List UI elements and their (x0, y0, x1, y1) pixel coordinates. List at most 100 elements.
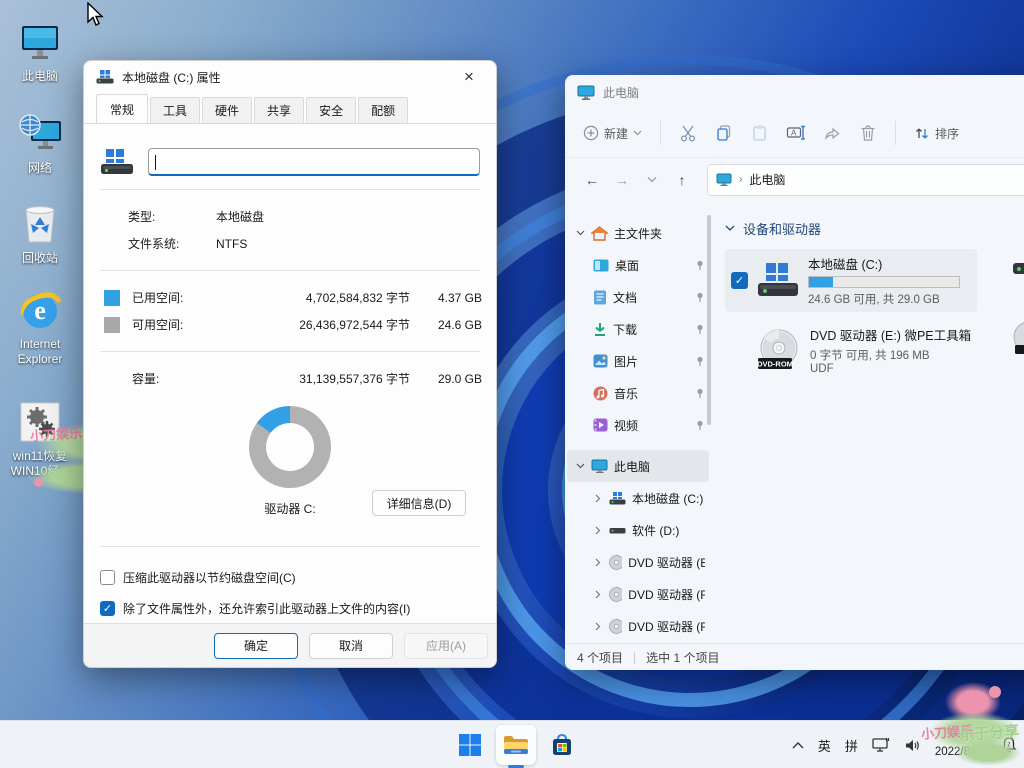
delete-button[interactable] (851, 116, 885, 150)
general-tab-page: 类型: 本地磁盘 文件系统: NTFS 已用空间: 4,702,584,832 … (84, 123, 496, 623)
desktop-icon-internet-explorer[interactable]: e Internet Explorer (2, 286, 78, 367)
forward-button[interactable]: → (609, 167, 635, 193)
close-icon[interactable]: × (454, 64, 484, 90)
sidebar-item-music[interactable]: 音乐 (567, 377, 709, 409)
start-button[interactable] (450, 725, 490, 765)
free-space-swatch (104, 317, 120, 333)
content-pane: 设备和驱动器 ✓ 本地磁盘 (C:) 24.6 GB 可用, 共 29.0 GB… (711, 201, 1024, 643)
chevron-down-icon (725, 225, 735, 232)
sidebar-item-pictures[interactable]: 图片 (567, 345, 709, 377)
chevron-right-icon[interactable] (593, 590, 603, 599)
sidebar-item-desktop[interactable]: 桌面 (567, 249, 709, 281)
tab-security[interactable]: 安全 (306, 97, 356, 123)
dialog-footer: 确定 取消 应用(A) (84, 623, 496, 667)
sidebar-item-dvd-f2[interactable]: DVD 驱动器 (F:) (567, 610, 709, 642)
taskbar-microsoft-store[interactable] (542, 725, 582, 765)
type-value: 本地磁盘 (216, 208, 264, 225)
tab-sharing[interactable]: 共享 (254, 97, 304, 123)
microsoft-store-icon (550, 733, 574, 757)
desktop-icon-network[interactable]: 网络 (2, 110, 78, 176)
dvd-rom-badge: DVD-ROM (757, 360, 793, 369)
hidden-icons-chevron-icon[interactable] (792, 741, 804, 749)
back-button[interactable]: ← (579, 167, 605, 193)
rename-button[interactable]: A (779, 116, 813, 150)
this-pc-icon (577, 85, 595, 100)
index-checkbox-label: 除了文件属性外，还允许索引此驱动器上文件的内容(I) (123, 600, 410, 617)
clock-time: 14:55 (935, 730, 986, 745)
tab-hardware[interactable]: 硬件 (202, 97, 252, 123)
capacity-label: 容量: (132, 370, 218, 387)
cut-button[interactable] (671, 116, 705, 150)
ime-pinyin-indicator[interactable]: 拼 (845, 736, 858, 755)
chevron-down-icon[interactable] (575, 230, 585, 236)
dialog-titlebar[interactable]: 本地磁盘 (C:) 属性 × (84, 61, 496, 93)
chevron-down-icon (633, 130, 642, 136)
apply-button[interactable]: 应用(A) (404, 633, 488, 659)
windows-drive-icon (756, 261, 800, 301)
sidebar-item-documents[interactable]: 文档 (567, 281, 709, 313)
index-checkbox[interactable]: ✓ (100, 601, 115, 616)
sidebar-item-label: 图片 (614, 353, 638, 370)
chevron-right-icon[interactable] (593, 558, 603, 567)
tab-quota[interactable]: 配额 (358, 97, 408, 123)
compress-checkbox[interactable] (100, 570, 115, 585)
desktop-icon-win11-restore[interactable]: win11恢复 WIN10经... (2, 398, 78, 479)
drive-item-c[interactable]: ✓ 本地磁盘 (C:) 24.6 GB 可用, 共 29.0 GB (725, 249, 977, 312)
sidebar-item-home[interactable]: 主文件夹 (567, 217, 709, 249)
svg-text:e: e (34, 296, 46, 325)
desktop-icon-recycle-bin[interactable]: 回收站 (2, 200, 78, 266)
cancel-button[interactable]: 取消 (309, 633, 393, 659)
status-item-count: 4 个项目 (577, 649, 623, 666)
notification-bell-icon[interactable]: z (1000, 736, 1018, 754)
sidebar-item-drive-d[interactable]: 软件 (D:) (567, 514, 709, 546)
this-pc-icon (716, 173, 732, 186)
clock[interactable]: 14:55 2022/8/12 (935, 730, 986, 760)
chevron-down-icon[interactable] (575, 463, 585, 469)
chevron-right-icon[interactable] (593, 622, 603, 631)
chevron-right-icon[interactable] (593, 494, 603, 503)
desktop-icon-label: 此电脑 (2, 69, 78, 84)
ime-language-indicator[interactable]: 英 (818, 736, 831, 755)
paste-button[interactable] (743, 116, 777, 150)
taskbar: 英 拼 14:55 2022/8/12 z (0, 720, 1024, 768)
explorer-title: 此电脑 (603, 84, 639, 101)
breadcrumb-root[interactable]: 此电脑 (749, 171, 785, 188)
sidebar-item-videos[interactable]: 视频 (567, 409, 709, 441)
dvd-icon (609, 555, 622, 570)
text-caret (155, 155, 156, 170)
item-checkbox[interactable]: ✓ (731, 272, 748, 289)
desktop-icon-label: 网络 (2, 161, 78, 176)
tab-general[interactable]: 常规 (96, 94, 148, 124)
sort-button-label: 排序 (935, 125, 959, 142)
this-pc-icon (18, 22, 62, 62)
chevron-right-icon[interactable] (593, 526, 603, 535)
desktop-icon-this-pc[interactable]: 此电脑 (2, 18, 78, 84)
sidebar-item-local-disk-c[interactable]: 本地磁盘 (C:) (567, 482, 709, 514)
volume-label-input[interactable] (148, 148, 480, 176)
network-icon[interactable] (872, 737, 890, 753)
drive-caption: 24.6 GB 可用, 共 29.0 GB (808, 291, 971, 307)
explorer-statusbar: 4 个项目 | 选中 1 个项目 (565, 643, 1024, 670)
sidebar-item-this-pc[interactable]: 此电脑 (567, 450, 709, 482)
details-button[interactable]: 详细信息(D) (372, 490, 466, 516)
type-label: 类型: (128, 208, 216, 225)
new-button[interactable]: 新建 (575, 119, 650, 148)
copy-button[interactable] (707, 116, 741, 150)
section-devices-and-drives[interactable]: 设备和驱动器 (725, 215, 1024, 241)
tab-tools[interactable]: 工具 (150, 97, 200, 123)
up-button[interactable]: ↑ (669, 167, 695, 193)
pin-icon (695, 324, 705, 334)
sidebar-item-downloads[interactable]: 下载 (567, 313, 709, 345)
explorer-titlebar[interactable]: 此电脑 (565, 75, 1024, 109)
volume-icon[interactable] (904, 738, 921, 753)
history-chevron-button[interactable] (639, 167, 665, 193)
ok-button[interactable]: 确定 (214, 633, 298, 659)
cut-icon (679, 124, 697, 142)
taskbar-file-explorer[interactable] (496, 725, 536, 765)
sidebar-item-dvd-e[interactable]: DVD 驱动器 (E:) (567, 546, 709, 578)
share-button[interactable] (815, 116, 849, 150)
address-bar[interactable]: › 此电脑 (707, 164, 1024, 196)
drive-item-dvd-e[interactable]: DVD-ROM DVD 驱动器 (E:) 微PE工具箱 0 字节 可用, 共 1… (725, 320, 977, 380)
sort-button[interactable]: 排序 (906, 119, 967, 148)
sidebar-item-dvd-f[interactable]: DVD 驱动器 (F:) (567, 578, 709, 610)
